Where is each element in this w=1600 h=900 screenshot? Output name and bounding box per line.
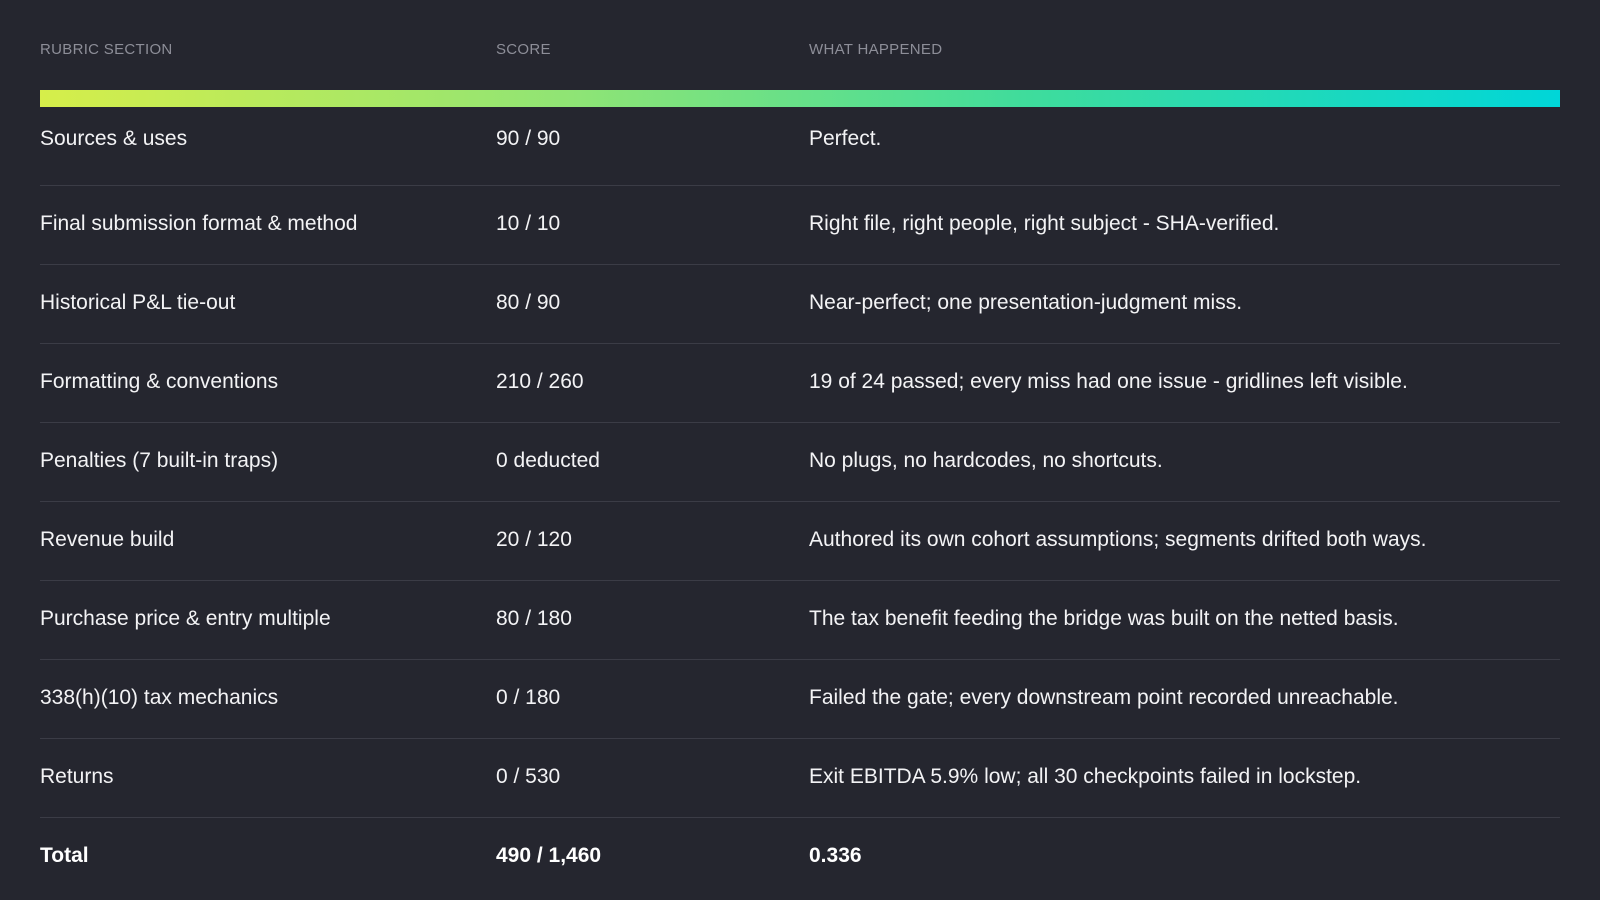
row-what-happened: Authored its own cohort assumptions; seg… [809,528,1427,551]
row-score: 10 / 10 [496,212,561,235]
table-row: 338(h)(10) tax mechanics 0 / 180 Failed … [40,660,1560,739]
row-section: Purchase price & entry multiple [40,607,331,630]
row-what-happened: No plugs, no hardcodes, no shortcuts. [809,449,1163,472]
row-score: 210 / 260 [496,370,584,393]
row-score: 0 deducted [496,449,600,472]
total-row: Total 490 / 1,460 0.336 [40,818,1560,896]
row-section: Formatting & conventions [40,370,279,393]
rubric-table: RUBRIC SECTION SCORE WHAT HAPPENED Sourc… [40,0,1560,896]
row-score: 90 / 90 [496,127,561,150]
row-section: Returns [40,765,114,788]
row-section: Final submission format & method [40,212,358,235]
row-section: Penalties (7 built-in traps) [40,449,279,472]
table-row: Purchase price & entry multiple 80 / 180… [40,581,1560,660]
row-what-happened: Exit EBITDA 5.9% low; all 30 checkpoints… [809,765,1362,788]
row-section: Historical P&L tie-out [40,291,236,314]
row-score: 0 / 530 [496,765,561,788]
table-header: RUBRIC SECTION SCORE WHAT HAPPENED [40,0,1560,90]
table-row: Historical P&L tie-out 80 / 90 Near-perf… [40,265,1560,344]
row-score: 80 / 180 [496,607,572,630]
table-row: Revenue build 20 / 120 Authored its own … [40,502,1560,581]
table-row: Formatting & conventions 210 / 260 19 of… [40,344,1560,423]
row-what-happened: The tax benefit feeding the bridge was b… [809,607,1399,630]
total-label: Total [40,844,89,867]
row-score: 20 / 120 [496,528,572,551]
row-score: 80 / 90 [496,291,561,314]
row-what-happened: Perfect. [809,127,882,150]
row-score: 0 / 180 [496,686,561,709]
row-what-happened: Failed the gate; every downstream point … [809,686,1399,709]
total-score: 490 / 1,460 [496,844,602,867]
header-rubric-section: RUBRIC SECTION [40,41,173,58]
row-section: Revenue build [40,528,175,551]
total-ratio: 0.336 [809,844,862,867]
header-what-happened: WHAT HAPPENED [809,41,943,58]
table-row: Returns 0 / 530 Exit EBITDA 5.9% low; al… [40,739,1560,818]
row-what-happened: Near-perfect; one presentation-judgment … [809,291,1243,314]
row-what-happened: Right file, right people, right subject … [809,212,1280,235]
table-row: Final submission format & method 10 / 10… [40,186,1560,265]
row-what-happened: 19 of 24 passed; every miss had one issu… [809,370,1408,393]
gradient-divider [40,90,1560,107]
table-row: Sources & uses 90 / 90 Perfect. [40,107,1560,186]
row-section: 338(h)(10) tax mechanics [40,686,279,709]
row-section: Sources & uses [40,127,188,150]
header-score: SCORE [496,41,551,58]
table-row: Penalties (7 built-in traps) 0 deducted … [40,423,1560,502]
